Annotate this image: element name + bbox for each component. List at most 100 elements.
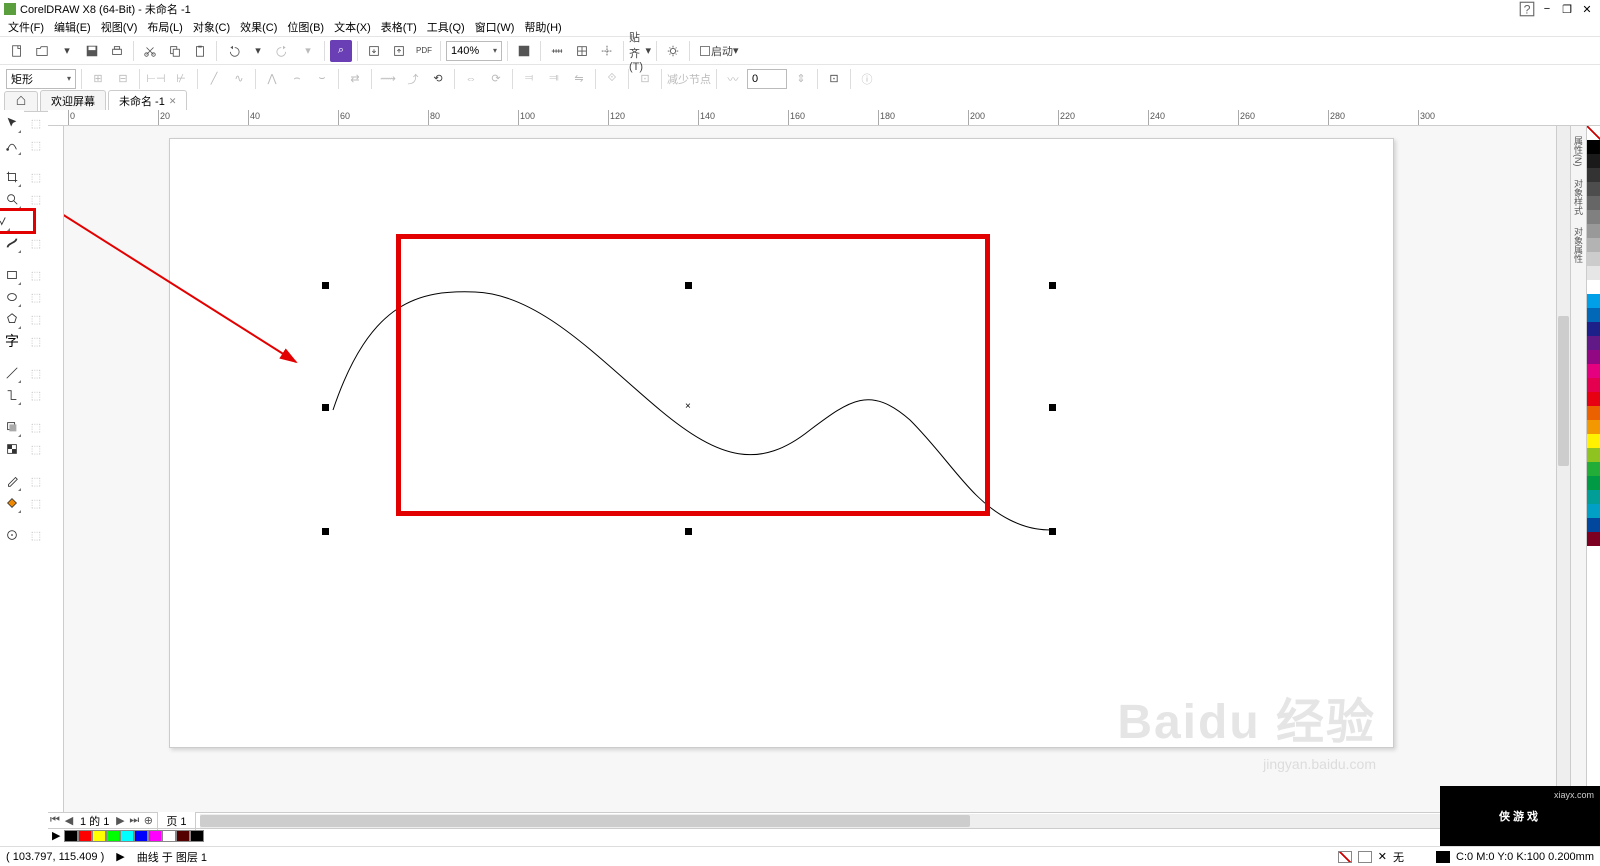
- color-swatch[interactable]: [1587, 378, 1600, 392]
- color-swatch[interactable]: [1587, 434, 1600, 448]
- connector-tool[interactable]: [2, 384, 22, 406]
- rectangle-tool[interactable]: [2, 264, 22, 286]
- doc-color-swatch[interactable]: [64, 830, 78, 842]
- tab-welcome[interactable]: 欢迎屏幕: [40, 90, 106, 111]
- shape-tool[interactable]: [2, 134, 22, 156]
- interactive-fill-tool[interactable]: [2, 492, 22, 514]
- fill-swatch-icon[interactable]: [1358, 851, 1372, 863]
- docker-tab[interactable]: 对象样式: [1572, 175, 1585, 219]
- page-add-button[interactable]: ⊕: [141, 814, 155, 827]
- rotate-nodes-button[interactable]: ⟳: [485, 68, 507, 90]
- color-swatch[interactable]: [1587, 308, 1600, 322]
- align-nodes-v-button[interactable]: ⫥: [543, 68, 565, 90]
- color-swatch[interactable]: [1587, 224, 1600, 238]
- minimize-button[interactable]: −: [1538, 1, 1556, 17]
- pick-tool[interactable]: [2, 112, 22, 134]
- show-guidelines-button[interactable]: [596, 40, 618, 62]
- horizontal-scrollbar[interactable]: [200, 814, 1600, 828]
- object-properties-button[interactable]: ⓘ: [856, 68, 878, 90]
- show-grid-button[interactable]: [571, 40, 593, 62]
- fullscreen-preview-button[interactable]: [513, 40, 535, 62]
- close-curve-button[interactable]: ⟲: [427, 68, 449, 90]
- color-swatch[interactable]: [1587, 294, 1600, 308]
- tab-close-icon[interactable]: ✕: [169, 96, 177, 107]
- doc-color-swatch[interactable]: [106, 830, 120, 842]
- export-button[interactable]: [388, 40, 410, 62]
- redo-dropdown-icon[interactable]: ▾: [297, 40, 319, 62]
- menu-effects[interactable]: 效果(C): [236, 18, 281, 36]
- color-swatch[interactable]: [1587, 196, 1600, 210]
- color-swatch[interactable]: [1587, 504, 1600, 518]
- color-swatch[interactable]: [1587, 420, 1600, 434]
- color-swatch[interactable]: [1587, 266, 1600, 280]
- selection-handle[interactable]: [1049, 282, 1056, 289]
- preset-combo[interactable]: 矩形▾: [6, 69, 76, 89]
- selection-handle[interactable]: [1049, 528, 1056, 535]
- options-button[interactable]: [662, 40, 684, 62]
- close-x-icon[interactable]: ✕: [1378, 850, 1387, 863]
- freehand-tool[interactable]: [0, 210, 34, 232]
- menu-tools[interactable]: 工具(Q): [423, 18, 469, 36]
- nodes-input[interactable]: 0: [747, 69, 787, 89]
- launch-button[interactable]: 启动 ▾: [695, 40, 743, 62]
- import-button[interactable]: [363, 40, 385, 62]
- add-node-button[interactable]: ⊞: [87, 68, 109, 90]
- ellipse-tool[interactable]: [2, 286, 22, 308]
- close-button[interactable]: ✕: [1578, 1, 1596, 17]
- menu-file[interactable]: 文件(F): [4, 18, 48, 36]
- color-swatch[interactable]: [1587, 462, 1600, 476]
- undo-dropdown-icon[interactable]: ▾: [247, 40, 269, 62]
- undo-button[interactable]: [222, 40, 244, 62]
- docker-tab[interactable]: 属性(N): [1572, 132, 1585, 171]
- maximize-button[interactable]: ❐: [1558, 1, 1576, 17]
- menu-window[interactable]: 窗口(W): [471, 18, 519, 36]
- print-button[interactable]: [106, 40, 128, 62]
- redo-button[interactable]: [272, 40, 294, 62]
- doc-color-swatch[interactable]: [148, 830, 162, 842]
- polygon-tool[interactable]: [2, 308, 22, 330]
- open-button[interactable]: [31, 40, 53, 62]
- copy-button[interactable]: [164, 40, 186, 62]
- crop-tool[interactable]: [2, 166, 22, 188]
- drop-shadow-tool[interactable]: [2, 416, 22, 438]
- color-swatch[interactable]: [1587, 140, 1600, 154]
- cut-button[interactable]: [139, 40, 161, 62]
- cusp-node-button[interactable]: ⋀: [261, 68, 283, 90]
- outline-swatch-icon[interactable]: [1436, 851, 1450, 863]
- snap-label[interactable]: 贴齐(T) ▾: [629, 40, 651, 62]
- page-prev-button[interactable]: ◀: [62, 814, 76, 827]
- color-swatch[interactable]: [1587, 518, 1600, 532]
- nodes-stepper[interactable]: ⇕: [790, 68, 812, 90]
- selection-handle[interactable]: [685, 528, 692, 535]
- doc-color-swatch[interactable]: [190, 830, 204, 842]
- open-dropdown-icon[interactable]: ▾: [56, 40, 78, 62]
- extend-curve-button[interactable]: ⟿: [377, 68, 399, 90]
- help-icon[interactable]: ?: [1518, 1, 1536, 17]
- color-swatch[interactable]: [1587, 364, 1600, 378]
- color-swatch[interactable]: [1587, 448, 1600, 462]
- menu-help[interactable]: 帮助(H): [520, 18, 565, 36]
- menu-view[interactable]: 视图(V): [97, 18, 142, 36]
- show-rulers-button[interactable]: [546, 40, 568, 62]
- selection-handle[interactable]: [322, 404, 329, 411]
- vertical-scrollbar[interactable]: [1556, 126, 1570, 812]
- color-swatch[interactable]: [1587, 168, 1600, 182]
- selection-handle[interactable]: [685, 282, 692, 289]
- docker-tab[interactable]: 对象属性: [1572, 223, 1585, 267]
- color-swatch[interactable]: [1587, 392, 1600, 406]
- selection-handle[interactable]: [322, 282, 329, 289]
- symmetric-node-button[interactable]: ⌣: [311, 68, 333, 90]
- zoom-tool[interactable]: [2, 188, 22, 210]
- color-swatch[interactable]: [1587, 476, 1600, 490]
- swatch-nofill[interactable]: [1587, 126, 1600, 140]
- drawing-canvas[interactable]: × Baidu 经验 jingyan.baidu.com: [64, 126, 1556, 812]
- artistic-media-tool[interactable]: [2, 232, 22, 254]
- select-all-nodes-button[interactable]: ⊡: [634, 68, 656, 90]
- palette-arrow-icon[interactable]: ▶: [52, 829, 60, 842]
- ruler-vertical[interactable]: [48, 126, 64, 812]
- ruler-horizontal[interactable]: 0204060801001201401601802002202402602803…: [48, 110, 1600, 126]
- join-nodes-button[interactable]: ⊢⊣: [145, 68, 167, 90]
- fill-indicator-icon[interactable]: [1338, 851, 1352, 863]
- menu-edit[interactable]: 编辑(E): [50, 18, 95, 36]
- reverse-direction-button[interactable]: ⇄: [344, 68, 366, 90]
